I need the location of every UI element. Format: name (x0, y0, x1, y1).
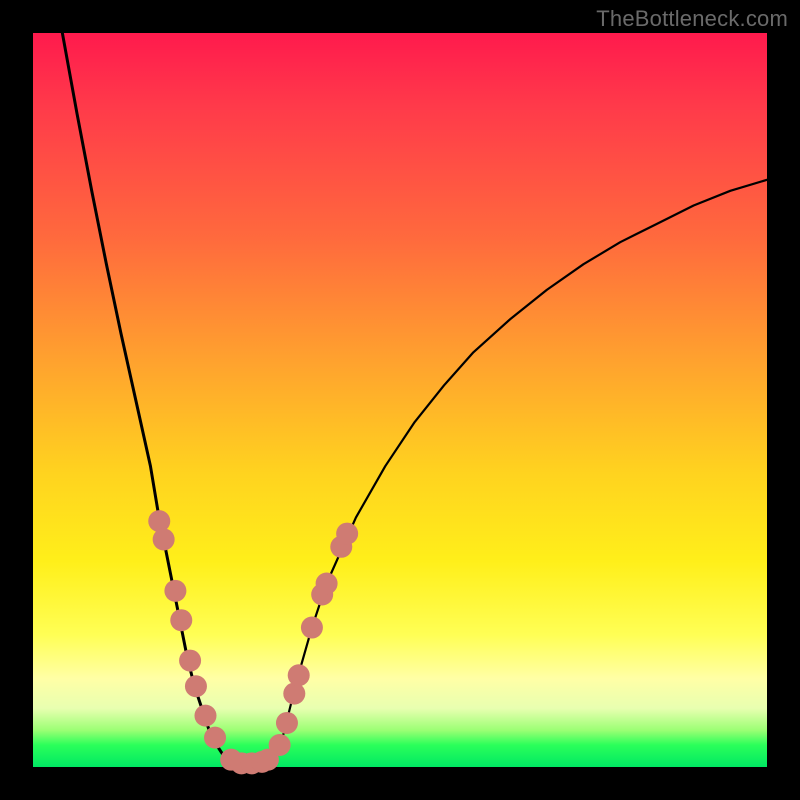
app-frame: TheBottleneck.com (0, 0, 800, 800)
marker-dot (179, 650, 201, 672)
marker-dot (276, 712, 298, 734)
marker-dot (170, 609, 192, 631)
curve-left-arm (62, 33, 238, 766)
marker-dot (288, 664, 310, 686)
chart-plot-area (33, 33, 767, 767)
chart-svg (33, 33, 767, 767)
marker-dot (148, 510, 170, 532)
marker-dot (194, 705, 216, 727)
marker-dot (269, 734, 291, 756)
marker-dot (153, 528, 175, 550)
marker-dot (283, 683, 305, 705)
marker-dot (204, 727, 226, 749)
marker-dot (316, 573, 338, 595)
marker-dot (336, 523, 358, 545)
curve-right-arm (268, 180, 767, 765)
marker-dot (164, 580, 186, 602)
marker-dot (185, 675, 207, 697)
marker-dot (301, 617, 323, 639)
watermark-text: TheBottleneck.com (596, 6, 788, 32)
